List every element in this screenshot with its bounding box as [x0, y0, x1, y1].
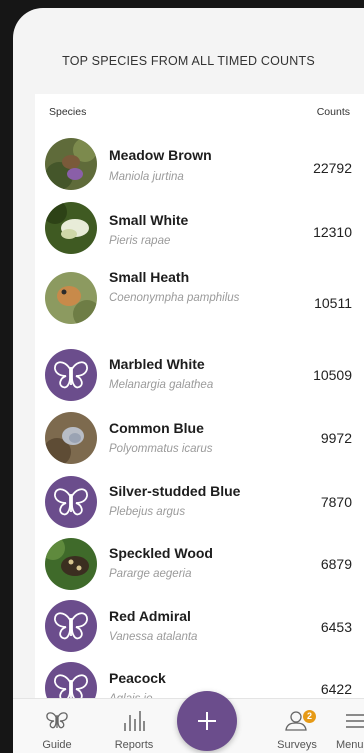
- species-name: Silver-studded Blue: [109, 483, 241, 499]
- table-header: Species Counts: [35, 94, 364, 131]
- species-latin-name: Maniola jurtina: [109, 171, 184, 183]
- species-name: Marbled White: [109, 356, 205, 372]
- species-count: 12310: [313, 224, 352, 240]
- add-button[interactable]: [177, 691, 237, 751]
- species-latin-name: Pieris rapae: [109, 235, 171, 247]
- species-count: 10509: [313, 367, 352, 383]
- species-name: Peacock: [109, 670, 166, 686]
- butterfly-icon: [45, 600, 97, 652]
- species-latin-name: Plebejus argus: [109, 506, 186, 518]
- species-row[interactable]: Small White Pieris rapae 12310: [35, 194, 364, 258]
- species-row[interactable]: Common Blue Polyommatus icarus 9972: [35, 404, 364, 468]
- species-row[interactable]: Silver-studded Blue Plebejus argus 7870: [35, 468, 364, 532]
- species-row[interactable]: Marbled White Melanargia galathea 10509: [35, 340, 364, 404]
- species-latin-name: Coenonympha pamphilus: [109, 292, 240, 304]
- species-name: Common Blue: [109, 420, 204, 436]
- tab-guide[interactable]: Guide: [22, 699, 92, 753]
- species-name: Speckled Wood: [109, 545, 213, 561]
- surveys-badge: 2: [303, 710, 316, 723]
- species-list[interactable]: Meadow Brown Maniola jurtina 22792 Small…: [35, 130, 364, 700]
- species-count: 7870: [320, 494, 352, 510]
- tab-menu[interactable]: Menu: [318, 699, 364, 753]
- species-row[interactable]: Small Heath Coenonympha pamphilus 10511: [35, 258, 364, 340]
- species-row[interactable]: Speckled Wood Pararge aegeria 6879: [35, 532, 364, 594]
- species-count: 10511: [314, 295, 352, 311]
- species-name: Red Admiral: [109, 608, 191, 624]
- species-name: Small White: [109, 212, 189, 228]
- species-count: 22792: [313, 160, 352, 176]
- species-count: 6879: [320, 556, 352, 572]
- column-header-counts: Counts: [316, 106, 350, 118]
- species-photo: [45, 412, 97, 464]
- plus-icon: [198, 712, 216, 730]
- species-count: 6453: [320, 619, 352, 635]
- butterfly-icon: [45, 476, 97, 528]
- species-latin-name: Polyommatus icarus: [109, 443, 213, 455]
- species-latin-name: Vanessa atalanta: [109, 631, 198, 643]
- tab-guide-label: Guide: [42, 739, 72, 751]
- tab-menu-label: Menu: [336, 739, 364, 751]
- species-photo: [45, 538, 97, 590]
- tab-reports[interactable]: Reports: [99, 699, 169, 753]
- app-screen: TOP SPECIES FROM ALL TIMED COUNTS Specie…: [13, 8, 364, 753]
- species-row[interactable]: Meadow Brown Maniola jurtina 22792: [35, 130, 364, 194]
- species-name: Meadow Brown: [109, 147, 212, 163]
- species-latin-name: Pararge aegeria: [109, 568, 192, 580]
- device-frame: TOP SPECIES FROM ALL TIMED COUNTS Specie…: [0, 0, 364, 753]
- species-count: 9972: [320, 430, 352, 446]
- species-photo: [45, 202, 97, 254]
- bar-chart-icon: [124, 711, 145, 731]
- species-latin-name: Melanargia galathea: [109, 379, 214, 391]
- column-header-species: Species: [49, 106, 87, 118]
- page-title: TOP SPECIES FROM ALL TIMED COUNTS: [62, 54, 315, 68]
- species-name: Small Heath: [109, 269, 190, 285]
- species-photo: [45, 272, 97, 324]
- menu-icon: [346, 714, 364, 728]
- species-count: 6422: [320, 681, 352, 697]
- butterfly-icon: [46, 712, 68, 729]
- species-row[interactable]: Red Admiral Vanessa atalanta 6453: [35, 594, 364, 656]
- butterfly-icon: [45, 349, 97, 401]
- butterfly-icon: [45, 662, 97, 700]
- species-photo: [45, 138, 97, 190]
- tab-reports-label: Reports: [114, 739, 154, 751]
